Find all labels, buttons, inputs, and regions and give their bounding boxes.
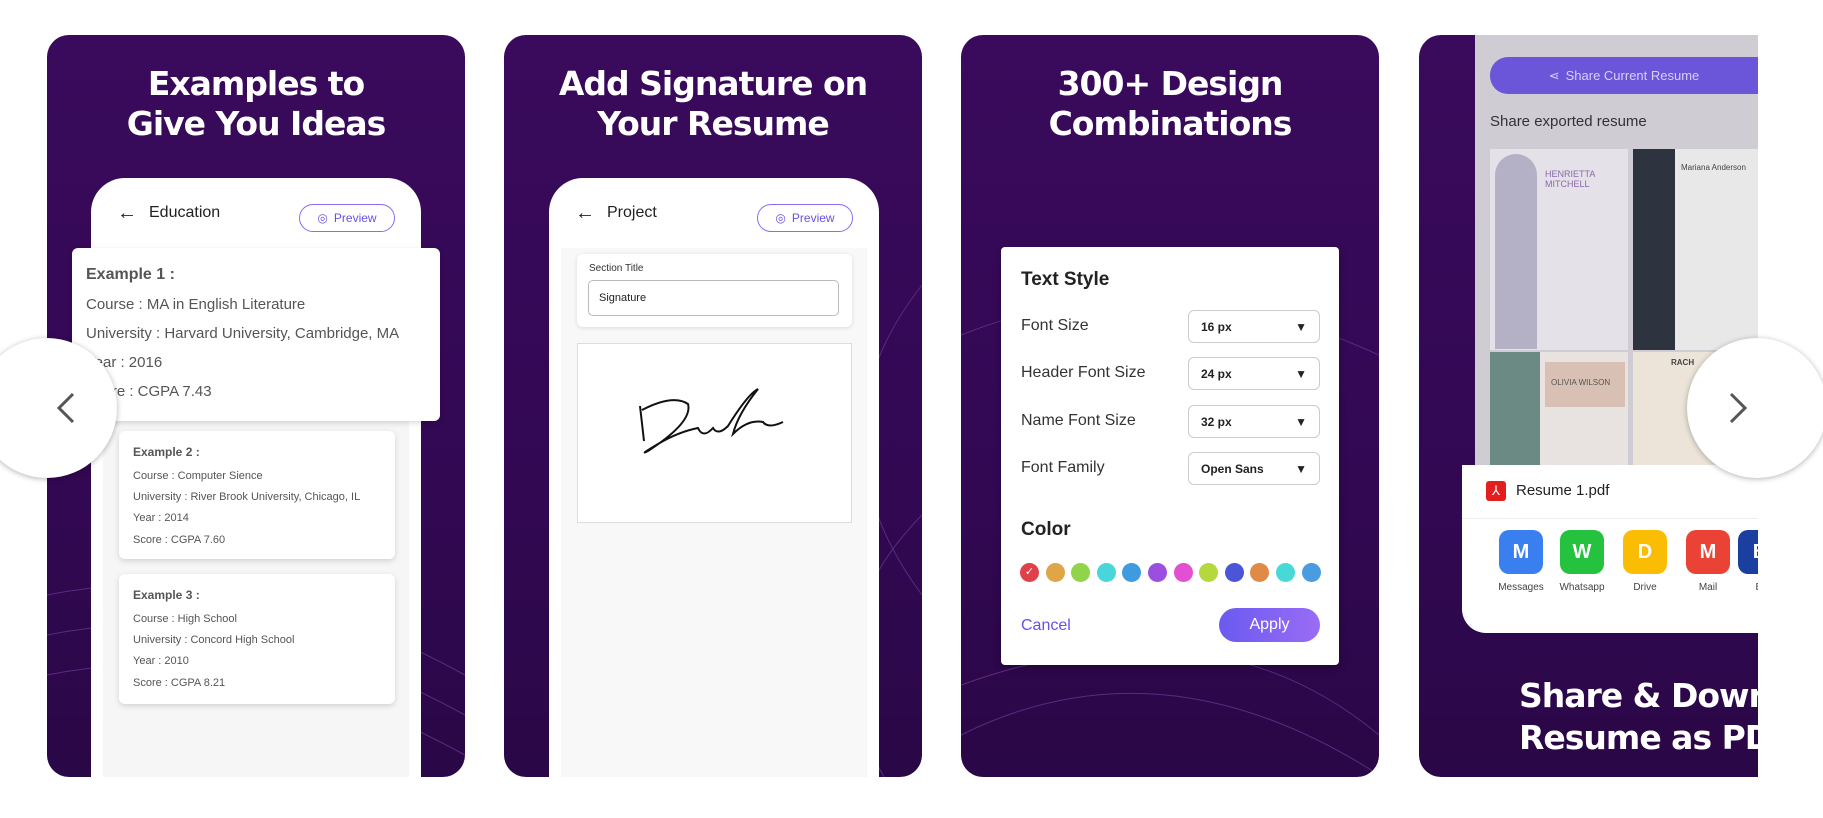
- apply-button[interactable]: Apply: [1219, 608, 1320, 642]
- color-swatch[interactable]: [1045, 563, 1065, 582]
- screenshot-card-signature: Add Signature on Your Resume ← Project ◎ P…: [504, 35, 922, 777]
- header-font-size-label: Header Font Size: [1021, 364, 1146, 381]
- back-arrow-icon[interactable]: ←: [117, 202, 137, 225]
- card-title-line1: Share & Download: [1519, 676, 1758, 715]
- example-line: Course : Computer Sience: [133, 470, 263, 482]
- select-value: 32 px: [1201, 414, 1232, 429]
- pdf-icon: ⅄: [1486, 481, 1506, 501]
- eye-icon: ◎: [317, 211, 328, 225]
- select-value: Open Sans: [1201, 461, 1264, 476]
- resume-name: HENRIETTA MITCHELL: [1545, 169, 1595, 189]
- dialog-title: Text Style: [1021, 269, 1110, 290]
- resume-thumbnail[interactable]: OLIVIA WILSON: [1490, 352, 1628, 470]
- color-swatch[interactable]: [1122, 563, 1142, 582]
- card-title-line1: Add Signature on: [558, 64, 868, 103]
- file-name: Resume 1.pdf: [1516, 482, 1610, 499]
- text-style-dialog: Text Style Font Size 16 px ▼ Header Font …: [1001, 247, 1339, 665]
- font-size-select[interactable]: 16 px ▼: [1188, 310, 1320, 343]
- section-title-label: Section Title: [589, 263, 644, 274]
- card-title-line2: Combinations: [1048, 104, 1293, 143]
- thumbnail-sidebar: [1490, 352, 1540, 470]
- divider: [1462, 518, 1758, 519]
- resume-name: RACH: [1671, 358, 1695, 367]
- example-card-3: Example 3 : Course : High School Univers…: [119, 574, 395, 704]
- example-card-2: Example 2 : Course : Computer Sience Uni…: [119, 431, 395, 559]
- color-swatch[interactable]: [1250, 563, 1270, 582]
- resume-thumbnail[interactable]: Mariana Anderson: [1633, 149, 1758, 350]
- preview-label: Preview: [333, 211, 377, 225]
- example-card-1: Example 1 : Course : MA in English Liter…: [72, 248, 440, 421]
- example-heading: Example 2 :: [133, 445, 200, 459]
- signature-drawing: [639, 388, 784, 454]
- card-title-line2: Give You Ideas: [126, 104, 387, 143]
- card-title-line1: 300+ Design: [1057, 64, 1284, 103]
- name-font-size-label: Name Font Size: [1021, 412, 1136, 429]
- preview-label: Preview: [791, 211, 835, 225]
- example-line: University : River Brook University, Chi…: [133, 491, 361, 503]
- chevron-right-icon: [1729, 392, 1748, 424]
- color-swatch[interactable]: [1199, 563, 1219, 582]
- color-swatch[interactable]: ✓: [1020, 563, 1039, 582]
- eye-icon: ◎: [775, 211, 786, 225]
- color-swatch[interactable]: [1173, 563, 1193, 582]
- example-line: Course : MA in English Literature: [86, 296, 306, 313]
- example-heading: Example 3 :: [133, 588, 200, 602]
- header-font-size-select[interactable]: 24 px ▼: [1188, 357, 1320, 390]
- card-title-line2: Your Resume: [597, 104, 830, 143]
- color-swatch[interactable]: [1071, 563, 1091, 582]
- name-font-size-select[interactable]: 32 px ▼: [1188, 405, 1320, 438]
- dropdown-arrow-icon: ▼: [1295, 366, 1307, 381]
- share-current-resume-button[interactable]: ⋖ Share Current Resume: [1490, 57, 1758, 94]
- chevron-left-icon: [56, 392, 75, 424]
- thumbnail-sidebar: [1633, 149, 1675, 350]
- screen-title: Project: [607, 204, 657, 221]
- screen-title: Education: [149, 204, 221, 221]
- resume-thumbnail[interactable]: HENRIETTA MITCHELL: [1490, 149, 1628, 350]
- preview-button[interactable]: ◎ Preview: [299, 204, 395, 232]
- section-title-card: Section Title Signature: [577, 254, 852, 327]
- cancel-button[interactable]: Cancel: [1021, 617, 1071, 635]
- dropdown-arrow-icon: ▼: [1295, 414, 1307, 429]
- back-arrow-icon[interactable]: ←: [575, 202, 595, 225]
- example-line: Score : CGPA 7.60: [133, 534, 226, 546]
- share-button-label: Share Current Resume: [1565, 68, 1700, 83]
- example-line: University : Concord High School: [133, 634, 295, 646]
- color-swatch[interactable]: [1096, 563, 1116, 582]
- thumbnail-sidebar: [1495, 154, 1537, 349]
- share-exported-label: Share exported resume: [1490, 113, 1647, 130]
- card-title: Share & Download Resume as PDF: [1419, 675, 1758, 759]
- preview-button[interactable]: ◎ Preview: [757, 204, 853, 232]
- resume-name: OLIVIA WILSON: [1545, 362, 1625, 407]
- next-button[interactable]: [1687, 338, 1823, 478]
- select-value: 16 px: [1201, 319, 1232, 334]
- section-title-input[interactable]: Signature: [588, 280, 839, 316]
- share-icon: ⋖: [1548, 67, 1560, 83]
- example-line: Year : 2010: [133, 655, 189, 667]
- phone-mockup: ← Project ◎ Preview Section Title Signatur…: [549, 178, 879, 777]
- example-heading: Example 1 :: [86, 266, 175, 283]
- color-swatch[interactable]: [1224, 563, 1244, 582]
- card-title-line2: Resume as PDF: [1519, 718, 1758, 757]
- font-family-select[interactable]: Open Sans ▼: [1188, 452, 1320, 485]
- select-value: 24 px: [1201, 366, 1232, 381]
- dropdown-arrow-icon: ▼: [1295, 319, 1307, 334]
- example-line: University : Harvard University, Cambrid…: [86, 325, 400, 342]
- color-swatch[interactable]: [1276, 563, 1295, 582]
- color-swatch[interactable]: [1148, 563, 1167, 582]
- font-family-label: Font Family: [1021, 459, 1105, 476]
- resume-name: Mariana Anderson: [1681, 163, 1746, 172]
- share-sheet: ⅄ Resume 1.pdf: [1462, 465, 1758, 633]
- card-title-line1: Examples to: [147, 64, 365, 103]
- font-size-label: Font Size: [1021, 317, 1089, 334]
- dropdown-arrow-icon: ▼: [1295, 461, 1307, 476]
- example-line: Score : CGPA 8.21: [133, 677, 226, 689]
- example-line: Course : High School: [133, 613, 237, 625]
- color-swatch[interactable]: [1301, 563, 1321, 582]
- signature-pad[interactable]: [577, 343, 852, 523]
- example-line: Year : 2014: [133, 512, 189, 524]
- color-label: Color: [1021, 519, 1071, 540]
